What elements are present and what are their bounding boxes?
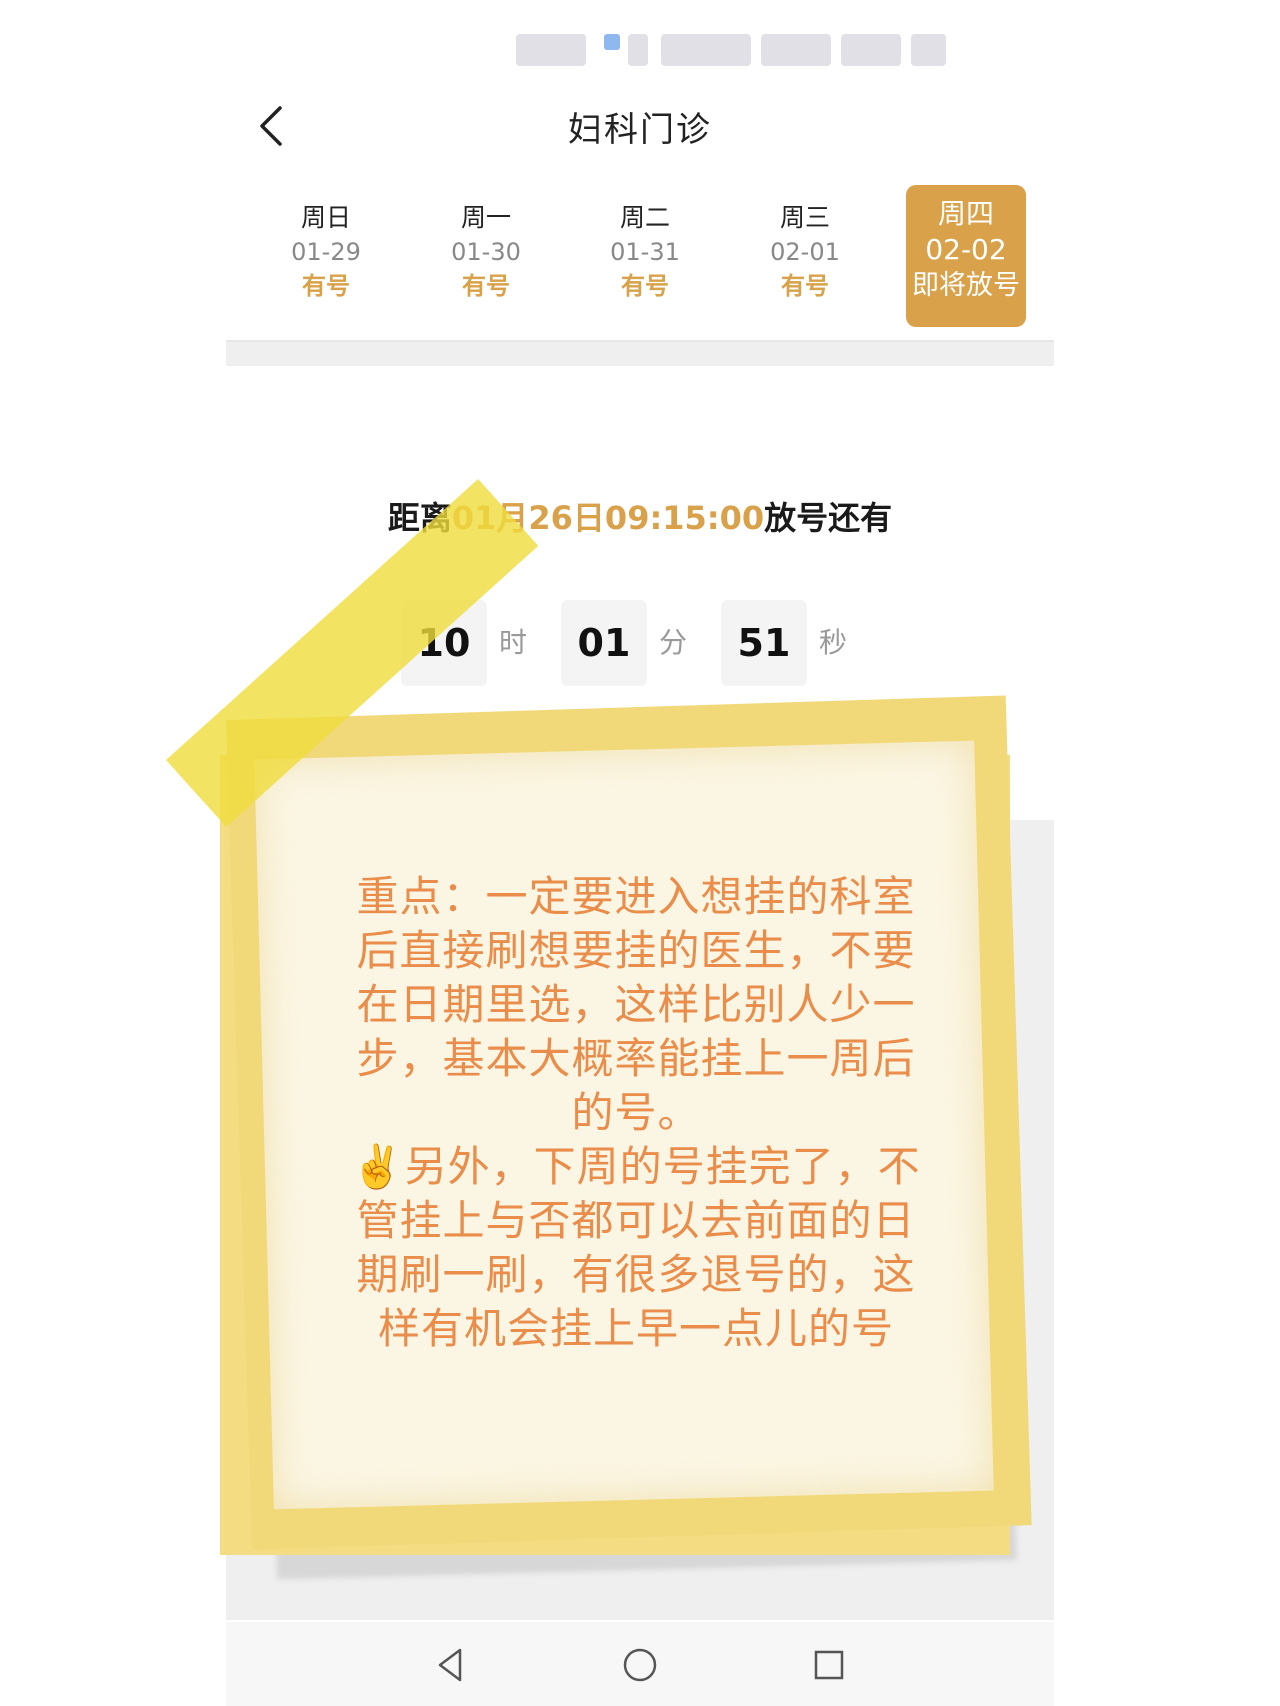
status-blur (628, 34, 648, 66)
nav-recents-button[interactable] (804, 1640, 854, 1690)
day-status: 即将放号 (912, 270, 1020, 301)
day-status: 有号 (781, 272, 829, 300)
timer-minutes-unit: 分 (658, 626, 687, 659)
timer-seconds: 51 (721, 600, 807, 686)
day-tab-sunday[interactable]: 周日 01-29 有号 (266, 185, 386, 330)
nav-bar: 妇科门诊 (226, 80, 1054, 170)
status-dot (604, 34, 620, 50)
sticky-note-text: 重点：一定要进入想挂的科室后直接刷想要挂的医生，不要在日期里选，这样比别人少一步… (336, 870, 936, 1356)
timer-seconds-unit: 秒 (818, 626, 847, 659)
status-blur (841, 34, 901, 66)
timer-hours-unit: 时 (498, 626, 527, 659)
status-blur (761, 34, 831, 66)
note-paragraph-1: 重点：一定要进入想挂的科室后直接刷想要挂的医生，不要在日期里选，这样比别人少一步… (356, 872, 916, 1137)
day-status: 有号 (462, 272, 510, 300)
page-title: 妇科门诊 (568, 110, 712, 150)
triangle-back-icon (438, 1648, 462, 1682)
day-status: 有号 (302, 272, 350, 300)
countdown-suffix: 放号还有 (764, 499, 893, 537)
timer-minutes: 01 (561, 600, 647, 686)
section-divider (226, 340, 1054, 366)
day-date: 02-01 (770, 238, 840, 266)
day-date: 01-30 (451, 238, 521, 266)
status-bar (516, 30, 956, 70)
day-tabs: 周日 01-29 有号 周一 01-30 有号 周二 01-31 有号 周三 0… (226, 185, 1054, 330)
day-weekday: 周三 (779, 203, 830, 232)
day-weekday: 周日 (300, 203, 351, 232)
day-tab-monday[interactable]: 周一 01-30 有号 (426, 185, 546, 330)
circle-home-icon (623, 1648, 657, 1682)
square-recents-icon (814, 1650, 844, 1680)
day-weekday: 周二 (619, 203, 670, 232)
day-weekday: 周一 (460, 203, 511, 232)
day-status: 有号 (621, 272, 669, 300)
day-tab-thursday[interactable]: 周四 02-02 即将放号 (906, 185, 1026, 327)
day-tab-tuesday[interactable]: 周二 01-31 有号 (585, 185, 705, 330)
day-date: 02-02 (925, 233, 1007, 266)
day-date: 01-31 (610, 238, 680, 266)
nav-home-button[interactable] (615, 1640, 665, 1690)
phone-screen: 妇科门诊 周日 01-29 有号 周一 01-30 有号 周二 01-31 有号… (166, 0, 1054, 1706)
day-weekday: 周四 (937, 197, 994, 230)
note-paragraph-2: ✌️另外，下周的号挂完了，不管挂上与否都可以去前面的日期刷一刷，有很多退号的，这… (351, 1142, 921, 1353)
status-blur (516, 34, 586, 66)
system-nav-bar (226, 1622, 1054, 1706)
day-date: 01-29 (291, 238, 361, 266)
countdown-title: 距离01月26日09:15:00放号还有 (226, 493, 1054, 539)
day-tab-wednesday[interactable]: 周三 02-01 有号 (745, 185, 865, 330)
nav-back-button[interactable] (426, 1640, 476, 1690)
status-blur (911, 34, 946, 66)
status-blur (661, 34, 751, 66)
